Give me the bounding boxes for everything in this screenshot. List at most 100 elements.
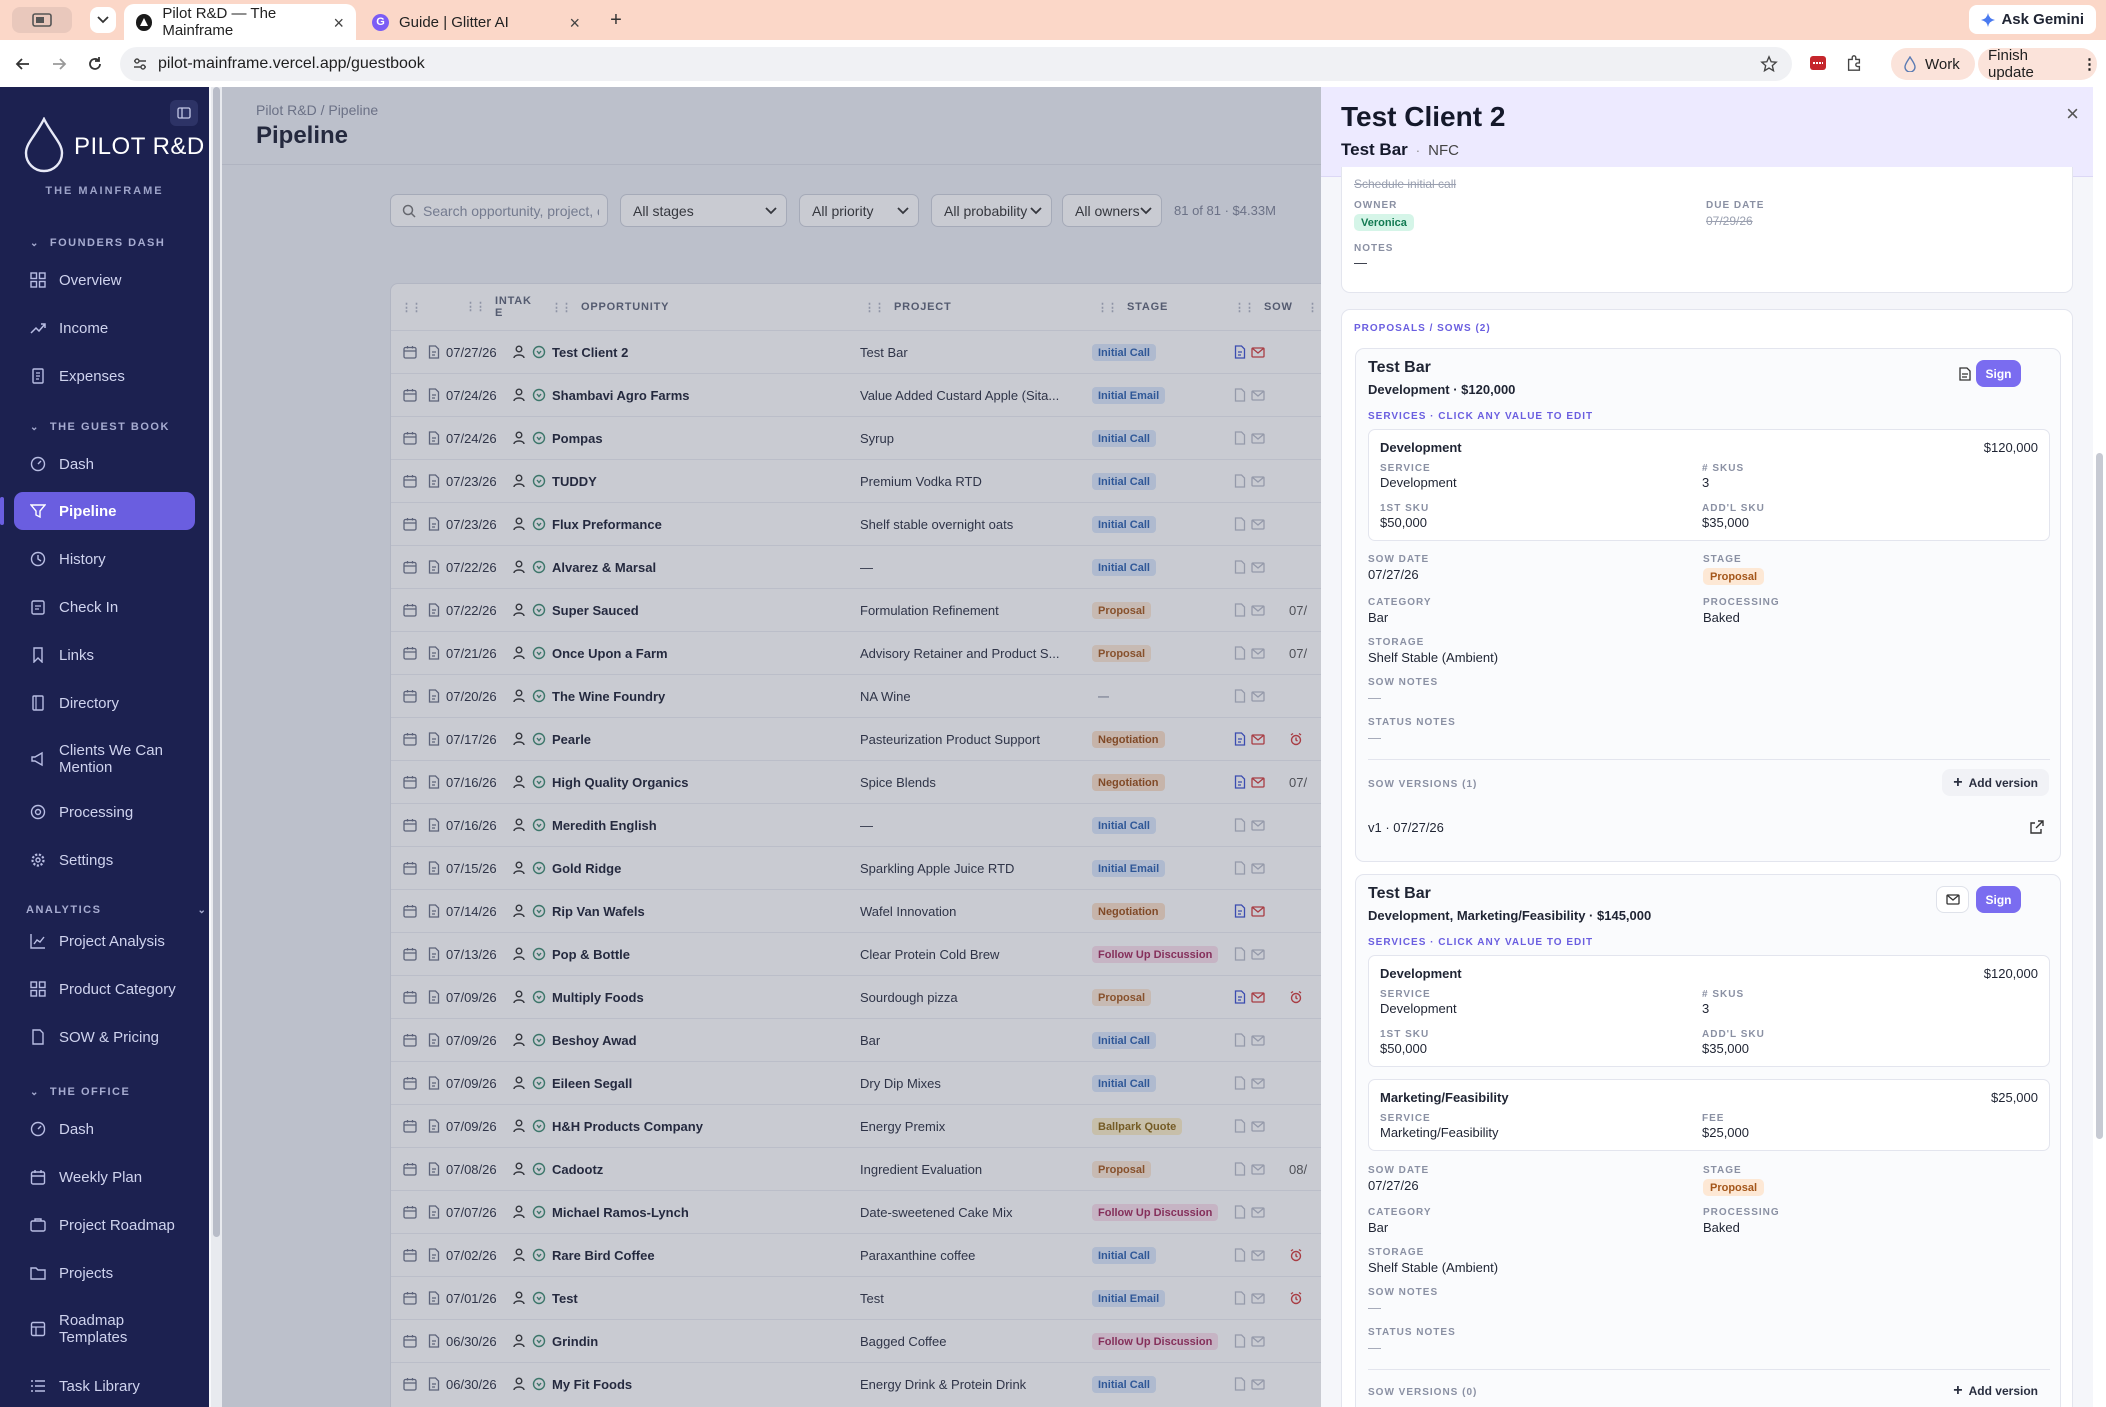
section-founders-dash[interactable]: ⌄ FOUNDERS DASH — [30, 237, 165, 249]
sidebar-item-dash[interactable]: Dash — [14, 445, 195, 483]
forward-arrow-icon[interactable] — [49, 54, 69, 74]
sign-button[interactable]: Sign — [1976, 886, 2021, 913]
tab-glitter-guide[interactable]: G Guide | Glitter AI × — [360, 4, 592, 40]
panel-scrollbar[interactable] — [2093, 87, 2106, 1407]
chevron-down-icon: ⌄ — [197, 904, 208, 916]
sidebar-item-pipeline[interactable]: Pipeline — [14, 492, 195, 530]
sow-title: Test Bar — [1368, 885, 1431, 902]
tab-title: Guide | Glitter AI — [399, 13, 509, 31]
plus-icon: + — [1953, 1381, 1963, 1399]
active-indicator — [0, 497, 4, 525]
service-line-development[interactable]: Development $120,000 SERVICE Development… — [1368, 429, 2050, 541]
sidebar-item-office-dash[interactable]: Dash — [14, 1110, 195, 1148]
sign-button[interactable]: Sign — [1976, 360, 2021, 387]
document-icon — [1958, 366, 1971, 381]
more-vert-icon: ⋮ — [2082, 56, 2097, 73]
close-panel-icon[interactable]: × — [2066, 101, 2079, 127]
sidebar-item-projects[interactable]: Projects — [14, 1254, 195, 1292]
sidebar-item-settings[interactable]: Settings — [14, 841, 195, 879]
sidebar-item-history[interactable]: History — [14, 540, 195, 578]
grid-icon — [30, 272, 46, 288]
new-tab-button[interactable]: + — [604, 7, 628, 33]
template-icon — [30, 1321, 46, 1337]
tab-groups-button[interactable] — [12, 7, 72, 33]
sidebar-item-product-category[interactable]: Product Category — [14, 970, 195, 1008]
ask-gemini-button[interactable]: Ask Gemini — [1969, 5, 2096, 34]
stage-badge[interactable]: Proposal — [1703, 1179, 1765, 1196]
sidebar-item-overview[interactable]: Overview — [14, 261, 195, 299]
bookmark-star-icon[interactable] — [1760, 55, 1778, 73]
opportunity-detail-panel: Test Client 2 Test Bar · NFC × Schedule … — [1321, 87, 2093, 1407]
pilot-logo-drop-icon — [24, 117, 64, 173]
gauge-icon — [30, 456, 46, 472]
profile-chip[interactable]: Work — [1891, 48, 1975, 80]
grid-icon — [30, 981, 46, 997]
sidebar-item-task-library[interactable]: Task Library — [14, 1367, 195, 1405]
panel-header: Test Client 2 Test Bar · NFC × — [1321, 87, 2093, 177]
modal-backdrop[interactable] — [222, 87, 1322, 1407]
logo-subtitle: THE MAINFRAME — [45, 185, 164, 197]
section-the-office[interactable]: ⌄ THE OFFICE — [30, 1086, 130, 1098]
sidebar-scrollbar[interactable] — [211, 87, 222, 1407]
section-guest-book[interactable]: ⌄ THE GUEST BOOK — [30, 421, 170, 433]
sidebar-item-project-roadmap[interactable]: Project Roadmap — [14, 1206, 195, 1244]
close-tab-icon[interactable]: × — [569, 13, 580, 34]
sidebar-item-income[interactable]: Income — [14, 309, 195, 347]
panel-scroll-thumb[interactable] — [2096, 453, 2103, 1139]
tab-search-button[interactable] — [90, 7, 116, 33]
history-icon — [30, 551, 46, 567]
add-version-button[interactable]: + Add version — [1942, 1377, 2049, 1404]
sow-card-2: Test Bar Development, Marketing/Feasibil… — [1355, 874, 2061, 1407]
site-settings-icon[interactable] — [133, 57, 147, 71]
sow-card-1: Test Bar Development · $120,000 Sign SER… — [1355, 348, 2061, 862]
sidebar-item-expenses[interactable]: Expenses — [14, 357, 195, 395]
pilot-favicon — [136, 13, 153, 31]
stage-badge[interactable]: Proposal — [1703, 568, 1765, 585]
sidebar-item-sow-pricing[interactable]: SOW & Pricing — [14, 1018, 195, 1056]
sidebar-item-links[interactable]: Links — [14, 636, 195, 674]
proposals-heading: PROPOSALS / SOWS (2) — [1354, 323, 1491, 334]
sidebar-item-check-in[interactable]: Check In — [14, 588, 195, 626]
reload-icon[interactable] — [85, 54, 105, 74]
section-analytics[interactable]: ANALYTICS ⌄ — [26, 904, 207, 916]
clipboard-icon — [31, 600, 45, 615]
version-item[interactable]: v1 · 07/27/26 — [1368, 820, 1444, 835]
sidebar-toggle-icon — [177, 107, 191, 119]
extension-red-icon[interactable] — [1809, 54, 1827, 72]
address-bar[interactable]: pilot-mainframe.vercel.app/guestbook — [120, 47, 1792, 81]
close-tab-icon[interactable]: × — [333, 13, 344, 34]
plus-icon: + — [1953, 773, 1963, 791]
task-notes[interactable]: — — [1354, 255, 1367, 270]
email-sow-button[interactable] — [1936, 886, 1969, 913]
gear-icon — [31, 853, 45, 867]
service-line-marketing[interactable]: Marketing/Feasibility $25,000 SERVICE Ma… — [1368, 1079, 2050, 1151]
external-link-icon[interactable] — [2030, 820, 2044, 834]
sidebar-item-roadmap-templates[interactable]: Roadmap Templates — [14, 1307, 195, 1351]
drop-icon — [1904, 56, 1916, 72]
chevron-down-icon — [97, 16, 109, 24]
list-icon — [31, 1380, 45, 1392]
sidebar-item-clients-we-can-mention[interactable]: Clients We Can Mention — [14, 737, 195, 781]
extensions-puzzle-icon[interactable] — [1845, 54, 1863, 72]
task-title[interactable]: Schedule initial call — [1354, 177, 1456, 191]
receipt-icon — [32, 368, 44, 384]
trend-up-icon — [30, 323, 46, 334]
sidebar-item-project-analysis[interactable]: Project Analysis — [14, 922, 195, 960]
finish-update-button[interactable]: Finish update ⋮ — [1978, 47, 2097, 81]
back-arrow-icon[interactable] — [13, 54, 33, 74]
service-line-development[interactable]: Development $120,000 SERVICE Development… — [1368, 955, 2050, 1067]
due-date[interactable]: 07/29/26 — [1706, 214, 1753, 228]
sidebar-item-weekly-plan[interactable]: Weekly Plan — [14, 1158, 195, 1196]
add-version-button[interactable]: + Add version — [1942, 769, 2049, 796]
browser-tab-bar: Pilot R&D — The Mainframe × G Guide | Gl… — [0, 0, 2106, 40]
sow-title: Test Bar — [1368, 359, 1431, 376]
sidebar-item-directory[interactable]: Directory — [14, 684, 195, 722]
mail-icon — [1945, 894, 1960, 905]
owner-badge[interactable]: Veronica — [1354, 214, 1414, 231]
sow-summary: Development · $120,000 — [1368, 382, 1516, 397]
book-icon — [32, 695, 44, 711]
sidebar-item-processing[interactable]: Processing — [14, 793, 195, 831]
sidebar-scroll-thumb[interactable] — [213, 87, 220, 1237]
tab-pilot-mainframe[interactable]: Pilot R&D — The Mainframe × — [124, 4, 356, 40]
sidebar-collapse-button[interactable] — [170, 100, 198, 126]
